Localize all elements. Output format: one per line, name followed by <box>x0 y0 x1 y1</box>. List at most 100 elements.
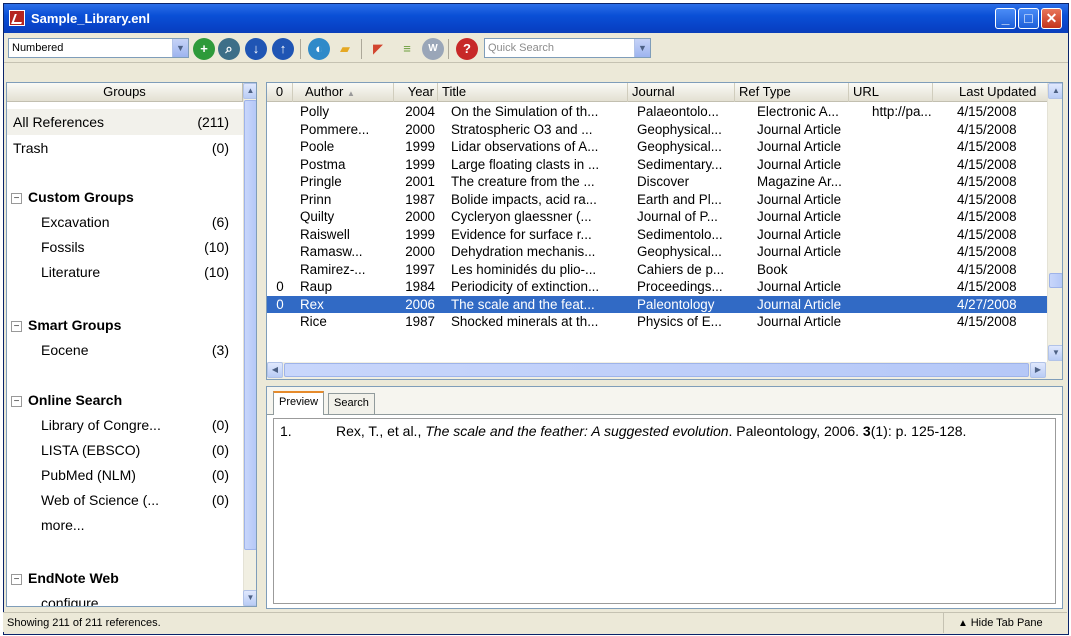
scroll-left-icon[interactable]: ◀ <box>267 362 283 378</box>
quick-search-input[interactable]: Quick Search ▼ <box>484 38 651 58</box>
table-row[interactable]: Rice 1987 Shocked minerals at th... Physics… <box>267 313 1047 330</box>
online-library-of-congress[interactable]: Library of Congre... (0) <box>7 412 243 438</box>
group-label: LISTA (EBSCO) <box>41 442 141 458</box>
list-vscroll-thumb[interactable] <box>1049 273 1062 288</box>
export-icon[interactable]: ↑ <box>272 38 294 60</box>
online-pubmed[interactable]: PubMed (NLM) (0) <box>7 462 243 488</box>
open-file-icon[interactable]: ▰ <box>335 39 355 59</box>
group-all-references[interactable]: All References (211) <box>7 109 243 135</box>
table-row[interactable]: Quilty 2000 Cycleryon glaessner (... Journa… <box>267 208 1047 225</box>
scroll-down-icon[interactable]: ▼ <box>243 590 256 606</box>
table-row[interactable]: 0 Rex 2006 The scale and the feat... Paleont… <box>267 295 1047 313</box>
table-row[interactable]: Ramirez-... 1997 Les hominidés du plio-...… <box>267 261 1047 278</box>
online-more-link[interactable]: more... <box>7 512 243 538</box>
column-last-updated[interactable]: Last Updated <box>933 83 1053 102</box>
table-row[interactable]: Postma 1999 Large floating clasts in ... Se… <box>267 156 1047 173</box>
citation-number: 1. <box>280 423 292 439</box>
group-eocene[interactable]: Eocene (3) <box>7 337 243 363</box>
table-row[interactable]: Raiswell 1999 Evidence for surface r... Sed… <box>267 226 1047 243</box>
column-label: Author <box>305 84 344 99</box>
cell-url: http://pa... <box>872 104 932 119</box>
import-icon[interactable]: ↓ <box>245 38 267 60</box>
cell-updated: 4/27/2008 <box>957 296 1017 312</box>
groups-scrollbar[interactable]: ▲ ▼ <box>243 83 256 606</box>
column-url[interactable]: URL <box>849 83 933 102</box>
cell-updated: 4/15/2008 <box>957 261 1017 277</box>
scroll-down-icon[interactable]: ▼ <box>1048 345 1062 361</box>
table-row[interactable]: Prinn 1987 Bolide impacts, acid ra... Earth… <box>267 191 1047 208</box>
minimize-button[interactable]: _ <box>995 8 1016 29</box>
maximize-button[interactable]: □ <box>1018 8 1039 29</box>
citation-text: Rex, T., et al., The scale and the feath… <box>336 423 966 439</box>
column-ref-type[interactable]: Ref Type <box>735 83 849 102</box>
table-row[interactable]: Pommere... 2000 Stratospheric O3 and ... Ge… <box>267 121 1047 138</box>
help-icon[interactable]: ? <box>456 38 478 60</box>
group-count: (6) <box>211 214 229 230</box>
table-row[interactable]: Pringle 2001 The creature from the ... Disc… <box>267 173 1047 190</box>
scroll-right-icon[interactable]: ▶ <box>1030 362 1046 378</box>
cell-url <box>872 208 932 225</box>
column-author[interactable]: Author ▲ <box>293 83 394 102</box>
list-vertical-scrollbar[interactable]: ▲ ▼ <box>1047 83 1062 362</box>
tab-search[interactable]: Search <box>328 393 375 414</box>
column-year[interactable]: Year <box>394 83 438 102</box>
column-journal[interactable]: Journal <box>628 83 735 102</box>
cell-journal: Geophysical... <box>637 139 722 154</box>
list-hscroll-thumb[interactable] <box>284 363 1029 377</box>
online-web-of-science[interactable]: Web of Science (... (0) <box>7 487 243 513</box>
collapse-icon[interactable]: − <box>11 574 22 585</box>
format-bibliography-icon[interactable]: ≡ <box>397 39 417 59</box>
status-bar: Showing 211 of 211 references. ▲ Hide Ta… <box>3 612 1067 633</box>
scroll-up-icon[interactable]: ▲ <box>243 83 256 99</box>
table-row[interactable]: Poole 1999 Lidar observations of A... Geoph… <box>267 138 1047 155</box>
chevron-down-icon[interactable]: ▼ <box>172 39 188 57</box>
groups-header[interactable]: Groups <box>7 83 243 102</box>
groups-scroll-thumb[interactable] <box>244 100 256 550</box>
new-reference-icon[interactable]: + <box>193 38 215 60</box>
window-title: Sample_Library.enl <box>31 11 150 26</box>
group-fossils[interactable]: Fossils (10) <box>7 234 243 260</box>
online-search-heading[interactable]: − Online Search <box>7 387 243 413</box>
cell-updated: 4/15/2008 <box>957 314 1017 329</box>
endnote-web-heading[interactable]: − EndNote Web <box>7 565 243 591</box>
cell-year: 1984 <box>405 279 435 294</box>
table-row[interactable]: Ramasw... 2000 Dehydration mechanis... Geop… <box>267 243 1047 260</box>
group-label: configure... <box>41 595 111 607</box>
cell-reftype: Journal Article <box>757 209 842 224</box>
smart-groups-heading[interactable]: − Smart Groups <box>7 312 243 338</box>
table-row[interactable]: 0 Raup 1984 Periodicity of extinction... Pro… <box>267 278 1047 295</box>
collapse-icon[interactable]: − <box>11 396 22 407</box>
column-title[interactable]: Title <box>438 83 628 102</box>
word-icon[interactable]: W <box>422 38 444 60</box>
endnote-app-icon[interactable] <box>9 10 25 26</box>
tab-preview[interactable]: Preview <box>273 391 325 415</box>
online-search-icon[interactable]: ⌕ <box>218 38 240 60</box>
scroll-up-icon[interactable]: ▲ <box>1048 83 1062 99</box>
online-lista-ebsco[interactable]: LISTA (EBSCO) (0) <box>7 437 243 463</box>
hide-tab-pane-button[interactable]: ▲ Hide Tab Pane <box>943 613 1043 633</box>
output-style-select[interactable]: Numbered ▼ <box>8 38 189 58</box>
group-literature[interactable]: Literature (10) <box>7 259 243 285</box>
group-trash[interactable]: Trash (0) <box>7 135 243 161</box>
attachment-column-header[interactable]: 0 <box>267 83 293 102</box>
cell-journal: Sedimentolo... <box>637 226 723 242</box>
title-bar[interactable]: Sample_Library.enl _ □ ✕ <box>4 4 1068 33</box>
group-count: (0) <box>211 492 229 508</box>
chevron-down-icon[interactable]: ▼ <box>634 39 650 57</box>
pdf-icon[interactable]: ◤ <box>368 39 388 59</box>
collapse-icon[interactable]: − <box>11 193 22 204</box>
cell-reftype: Journal Article <box>757 314 842 329</box>
list-horizontal-scrollbar[interactable]: ◀ ▶ <box>267 362 1062 379</box>
citation-journal-year: . Paleontology, 2006. <box>728 423 863 439</box>
collapse-icon[interactable]: − <box>11 321 22 332</box>
group-excavation[interactable]: Excavation (6) <box>7 209 243 235</box>
table-row[interactable]: Polly 2004 On the Simulation of th... Palae… <box>267 103 1047 120</box>
connect-icon[interactable]: ◐ <box>308 38 330 60</box>
preview-pane: 1. Rex, T., et al., The scale and the fe… <box>273 418 1056 604</box>
group-label: All References <box>13 114 105 130</box>
cell-year: 2001 <box>405 174 435 189</box>
endnote-web-configure[interactable]: configure... <box>7 590 243 607</box>
quick-search-placeholder: Quick Search <box>488 42 555 54</box>
custom-groups-heading[interactable]: − Custom Groups <box>7 184 243 210</box>
close-button[interactable]: ✕ <box>1041 8 1062 29</box>
